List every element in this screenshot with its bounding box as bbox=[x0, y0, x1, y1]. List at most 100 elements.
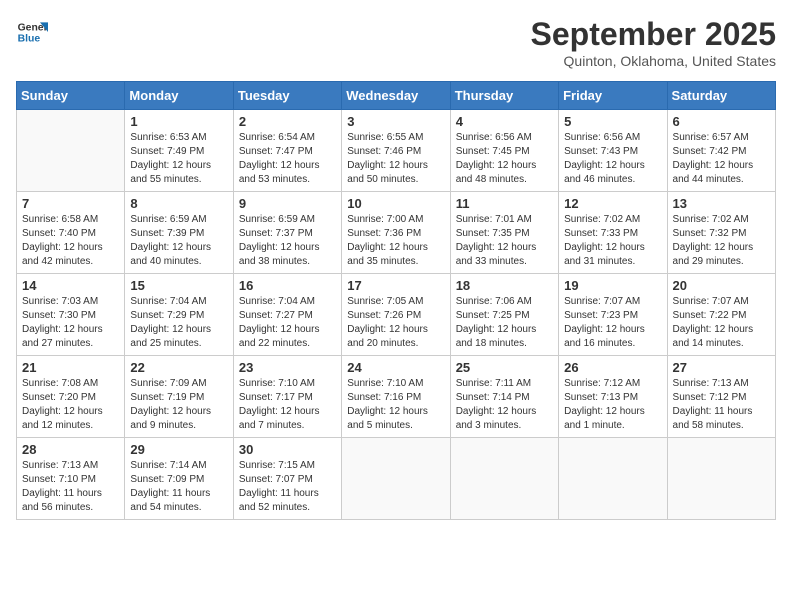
calendar-day-cell: 6 Sunrise: 6:57 AM Sunset: 7:42 PM Daylig… bbox=[667, 110, 775, 192]
day-number: 2 bbox=[239, 114, 336, 129]
day-info: Sunrise: 7:13 AM Sunset: 7:12 PM Dayligh… bbox=[673, 377, 770, 433]
page-header: General Blue September 2025 Quinton, Okl… bbox=[16, 16, 776, 69]
calendar-day-cell: 8 Sunrise: 6:59 AM Sunset: 7:39 PM Daylig… bbox=[125, 192, 233, 274]
day-number: 11 bbox=[456, 196, 553, 211]
day-info: Sunrise: 7:02 AM Sunset: 7:33 PM Dayligh… bbox=[564, 213, 661, 269]
logo-icon: General Blue bbox=[16, 16, 48, 48]
calendar-day-cell: 17Sunrise: 7:05 AM Sunset: 7:26 PM Dayli… bbox=[342, 274, 450, 356]
day-number: 6 bbox=[673, 114, 770, 129]
calendar-day-cell: 15Sunrise: 7:04 AM Sunset: 7:29 PM Dayli… bbox=[125, 274, 233, 356]
day-number: 23 bbox=[239, 360, 336, 375]
day-info: Sunrise: 7:07 AM Sunset: 7:23 PM Dayligh… bbox=[564, 295, 661, 351]
day-info: Sunrise: 7:03 AM Sunset: 7:30 PM Dayligh… bbox=[22, 295, 119, 351]
day-info: Sunrise: 7:14 AM Sunset: 7:09 PM Dayligh… bbox=[130, 459, 227, 515]
calendar-week-row: 21 Sunrise: 7:08 AM Sunset: 7:20 PM Dayli… bbox=[17, 356, 776, 438]
location: Quinton, Oklahoma, United States bbox=[531, 53, 776, 69]
day-of-week-header: Thursday bbox=[450, 82, 558, 110]
day-number: 16 bbox=[239, 278, 336, 293]
day-info: Sunrise: 7:00 AM Sunset: 7:36 PM Dayligh… bbox=[347, 213, 444, 269]
day-of-week-header: Wednesday bbox=[342, 82, 450, 110]
calendar-week-row: 7 Sunrise: 6:58 AM Sunset: 7:40 PM Daylig… bbox=[17, 192, 776, 274]
day-info: Sunrise: 6:53 AM Sunset: 7:49 PM Dayligh… bbox=[130, 131, 227, 187]
day-info: Sunrise: 7:15 AM Sunset: 7:07 PM Dayligh… bbox=[239, 459, 336, 515]
title-block: September 2025 Quinton, Oklahoma, United… bbox=[531, 16, 776, 69]
calendar-day-cell: 12 Sunrise: 7:02 AM Sunset: 7:33 PM Dayli… bbox=[559, 192, 667, 274]
day-info: Sunrise: 7:10 AM Sunset: 7:17 PM Dayligh… bbox=[239, 377, 336, 433]
day-info: Sunrise: 7:04 AM Sunset: 7:27 PM Dayligh… bbox=[239, 295, 336, 351]
day-number: 12 bbox=[564, 196, 661, 211]
logo: General Blue bbox=[16, 16, 48, 48]
day-number: 8 bbox=[130, 196, 227, 211]
day-number: 22 bbox=[130, 360, 227, 375]
calendar-table: SundayMondayTuesdayWednesdayThursdayFrid… bbox=[16, 81, 776, 520]
calendar-day-cell: 24 Sunrise: 7:10 AM Sunset: 7:16 PM Dayli… bbox=[342, 356, 450, 438]
calendar-day-cell: 18 Sunrise: 7:06 AM Sunset: 7:25 PM Dayli… bbox=[450, 274, 558, 356]
day-of-week-header: Sunday bbox=[17, 82, 125, 110]
calendar-header-row: SundayMondayTuesdayWednesdayThursdayFrid… bbox=[17, 82, 776, 110]
day-info: Sunrise: 7:10 AM Sunset: 7:16 PM Dayligh… bbox=[347, 377, 444, 433]
day-info: Sunrise: 7:13 AM Sunset: 7:10 PM Dayligh… bbox=[22, 459, 119, 515]
day-number: 10 bbox=[347, 196, 444, 211]
svg-text:Blue: Blue bbox=[18, 34, 41, 45]
day-number: 25 bbox=[456, 360, 553, 375]
calendar-day-cell: 13 Sunrise: 7:02 AM Sunset: 7:32 PM Dayli… bbox=[667, 192, 775, 274]
calendar-day-cell: 16 Sunrise: 7:04 AM Sunset: 7:27 PM Dayli… bbox=[233, 274, 341, 356]
day-info: Sunrise: 6:58 AM Sunset: 7:40 PM Dayligh… bbox=[22, 213, 119, 269]
day-number: 7 bbox=[22, 196, 119, 211]
calendar-day-cell: 19 Sunrise: 7:07 AM Sunset: 7:23 PM Dayli… bbox=[559, 274, 667, 356]
day-number: 20 bbox=[673, 278, 770, 293]
day-number: 30 bbox=[239, 442, 336, 457]
day-info: Sunrise: 7:05 AM Sunset: 7:26 PM Dayligh… bbox=[347, 295, 444, 351]
day-of-week-header: Friday bbox=[559, 82, 667, 110]
calendar-day-cell: 27 Sunrise: 7:13 AM Sunset: 7:12 PM Dayli… bbox=[667, 356, 775, 438]
calendar-day-cell bbox=[667, 438, 775, 520]
calendar-day-cell: 20Sunrise: 7:07 AM Sunset: 7:22 PM Dayli… bbox=[667, 274, 775, 356]
day-of-week-header: Tuesday bbox=[233, 82, 341, 110]
calendar-day-cell: 5 Sunrise: 6:56 AM Sunset: 7:43 PM Daylig… bbox=[559, 110, 667, 192]
calendar-day-cell bbox=[450, 438, 558, 520]
calendar-day-cell: 30 Sunrise: 7:15 AM Sunset: 7:07 PM Dayli… bbox=[233, 438, 341, 520]
calendar-day-cell: 4 Sunrise: 6:56 AM Sunset: 7:45 PM Daylig… bbox=[450, 110, 558, 192]
day-of-week-header: Saturday bbox=[667, 82, 775, 110]
day-number: 9 bbox=[239, 196, 336, 211]
calendar-day-cell bbox=[17, 110, 125, 192]
month-title: September 2025 bbox=[531, 16, 776, 53]
calendar-day-cell: 25 Sunrise: 7:11 AM Sunset: 7:14 PM Dayli… bbox=[450, 356, 558, 438]
calendar-day-cell: 10 Sunrise: 7:00 AM Sunset: 7:36 PM Dayli… bbox=[342, 192, 450, 274]
calendar-day-cell: 14Sunrise: 7:03 AM Sunset: 7:30 PM Dayli… bbox=[17, 274, 125, 356]
day-number: 5 bbox=[564, 114, 661, 129]
day-info: Sunrise: 6:57 AM Sunset: 7:42 PM Dayligh… bbox=[673, 131, 770, 187]
day-number: 24 bbox=[347, 360, 444, 375]
day-of-week-header: Monday bbox=[125, 82, 233, 110]
day-info: Sunrise: 6:54 AM Sunset: 7:47 PM Dayligh… bbox=[239, 131, 336, 187]
day-number: 18 bbox=[456, 278, 553, 293]
calendar-day-cell: 21 Sunrise: 7:08 AM Sunset: 7:20 PM Dayli… bbox=[17, 356, 125, 438]
calendar-day-cell: 9Sunrise: 6:59 AM Sunset: 7:37 PM Daylig… bbox=[233, 192, 341, 274]
day-info: Sunrise: 7:06 AM Sunset: 7:25 PM Dayligh… bbox=[456, 295, 553, 351]
day-number: 3 bbox=[347, 114, 444, 129]
day-info: Sunrise: 7:04 AM Sunset: 7:29 PM Dayligh… bbox=[130, 295, 227, 351]
day-info: Sunrise: 6:59 AM Sunset: 7:39 PM Dayligh… bbox=[130, 213, 227, 269]
calendar-day-cell bbox=[342, 438, 450, 520]
day-info: Sunrise: 7:02 AM Sunset: 7:32 PM Dayligh… bbox=[673, 213, 770, 269]
day-number: 27 bbox=[673, 360, 770, 375]
day-number: 29 bbox=[130, 442, 227, 457]
calendar-week-row: 1Sunrise: 6:53 AM Sunset: 7:49 PM Daylig… bbox=[17, 110, 776, 192]
calendar-day-cell: 22 Sunrise: 7:09 AM Sunset: 7:19 PM Dayli… bbox=[125, 356, 233, 438]
day-number: 26 bbox=[564, 360, 661, 375]
day-info: Sunrise: 7:09 AM Sunset: 7:19 PM Dayligh… bbox=[130, 377, 227, 433]
day-info: Sunrise: 7:01 AM Sunset: 7:35 PM Dayligh… bbox=[456, 213, 553, 269]
calendar-day-cell: 3Sunrise: 6:55 AM Sunset: 7:46 PM Daylig… bbox=[342, 110, 450, 192]
day-number: 21 bbox=[22, 360, 119, 375]
day-info: Sunrise: 7:11 AM Sunset: 7:14 PM Dayligh… bbox=[456, 377, 553, 433]
day-number: 19 bbox=[564, 278, 661, 293]
day-info: Sunrise: 7:08 AM Sunset: 7:20 PM Dayligh… bbox=[22, 377, 119, 433]
day-number: 13 bbox=[673, 196, 770, 211]
calendar-week-row: 28Sunrise: 7:13 AM Sunset: 7:10 PM Dayli… bbox=[17, 438, 776, 520]
calendar-day-cell: 7 Sunrise: 6:58 AM Sunset: 7:40 PM Daylig… bbox=[17, 192, 125, 274]
day-number: 4 bbox=[456, 114, 553, 129]
day-info: Sunrise: 6:56 AM Sunset: 7:45 PM Dayligh… bbox=[456, 131, 553, 187]
day-info: Sunrise: 6:56 AM Sunset: 7:43 PM Dayligh… bbox=[564, 131, 661, 187]
calendar-day-cell: 1Sunrise: 6:53 AM Sunset: 7:49 PM Daylig… bbox=[125, 110, 233, 192]
calendar-day-cell: 26Sunrise: 7:12 AM Sunset: 7:13 PM Dayli… bbox=[559, 356, 667, 438]
